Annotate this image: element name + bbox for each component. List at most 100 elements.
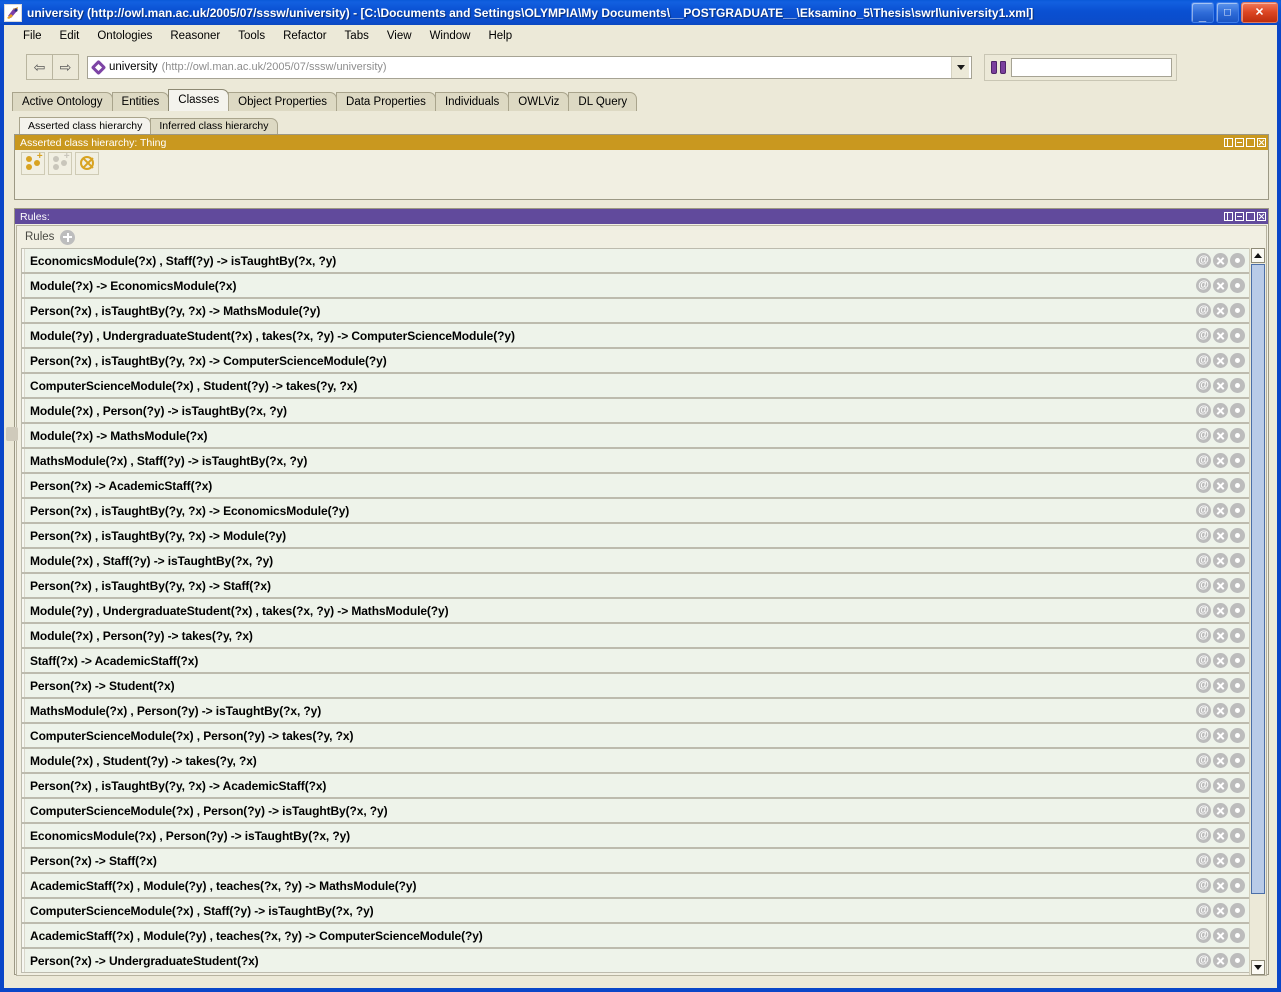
rule-annotation-button[interactable]: @	[1196, 703, 1211, 718]
rule-toggle-button[interactable]	[1230, 853, 1245, 868]
rule-annotation-button[interactable]: @	[1196, 828, 1211, 843]
rule-row[interactable]: Module(?x) , Person(?y) -> isTaughtBy(?x…	[21, 398, 1249, 423]
rule-annotation-button[interactable]: @	[1196, 678, 1211, 693]
rule-delete-button[interactable]	[1213, 378, 1228, 393]
menu-item-tools[interactable]: Tools	[229, 28, 274, 44]
rule-toggle-button[interactable]	[1230, 903, 1245, 918]
rule-row[interactable]: MathsModule(?x) , Person(?y) -> isTaught…	[21, 698, 1249, 723]
rule-delete-button[interactable]	[1213, 603, 1228, 618]
tab-entities[interactable]: Entities	[111, 92, 170, 111]
rule-row[interactable]: Person(?x) -> UndergraduateStudent(?x) @	[21, 948, 1249, 973]
rule-toggle-button[interactable]	[1230, 628, 1245, 643]
rule-delete-button[interactable]	[1213, 403, 1228, 418]
menu-item-tabs[interactable]: Tabs	[336, 28, 378, 44]
tab-classes[interactable]: Classes	[168, 89, 230, 111]
rule-toggle-button[interactable]	[1230, 653, 1245, 668]
add-rule-button[interactable]	[60, 229, 76, 245]
minimize-button[interactable]: _	[1191, 2, 1214, 23]
rule-toggle-button[interactable]	[1230, 403, 1245, 418]
rule-toggle-button[interactable]	[1230, 428, 1245, 443]
rule-annotation-button[interactable]: @	[1196, 378, 1211, 393]
rule-toggle-button[interactable]	[1230, 278, 1245, 293]
rule-delete-button[interactable]	[1213, 303, 1228, 318]
rule-row[interactable]: Person(?x) -> AcademicStaff(?x) @	[21, 473, 1249, 498]
rule-annotation-button[interactable]: @	[1196, 928, 1211, 943]
rule-toggle-button[interactable]	[1230, 453, 1245, 468]
rule-delete-button[interactable]	[1213, 728, 1228, 743]
rule-row[interactable]: Person(?x) -> Staff(?x) @	[21, 848, 1249, 873]
tab-data-properties[interactable]: Data Properties	[336, 92, 436, 111]
rule-delete-button[interactable]	[1213, 478, 1228, 493]
rules-scrollbar[interactable]	[1249, 248, 1266, 975]
rule-annotation-button[interactable]: @	[1196, 603, 1211, 618]
menu-item-view[interactable]: View	[378, 28, 421, 44]
rule-toggle-button[interactable]	[1230, 503, 1245, 518]
panel-resize-grip[interactable]	[6, 427, 18, 441]
tab-active-ontology[interactable]: Active Ontology	[12, 92, 113, 111]
rule-row[interactable]: EconomicsModule(?x) , Staff(?y) -> isTau…	[21, 248, 1249, 273]
rule-row[interactable]: AcademicStaff(?x) , Module(?y) , teaches…	[21, 923, 1249, 948]
close-panel-icon[interactable]	[1257, 212, 1266, 221]
rule-delete-button[interactable]	[1213, 828, 1228, 843]
rule-row[interactable]: ComputerScienceModule(?x) , Person(?y) -…	[21, 723, 1249, 748]
rule-toggle-button[interactable]	[1230, 528, 1245, 543]
rule-row[interactable]: Person(?x) , isTaughtBy(?y, ?x) -> Modul…	[21, 523, 1249, 548]
rule-annotation-button[interactable]: @	[1196, 353, 1211, 368]
rule-annotation-button[interactable]: @	[1196, 878, 1211, 893]
rule-annotation-button[interactable]: @	[1196, 628, 1211, 643]
rule-annotation-button[interactable]: @	[1196, 428, 1211, 443]
rule-annotation-button[interactable]: @	[1196, 578, 1211, 593]
rule-delete-button[interactable]	[1213, 653, 1228, 668]
rule-row[interactable]: Module(?x) , Student(?y) -> takes(?y, ?x…	[21, 748, 1249, 773]
rule-delete-button[interactable]	[1213, 803, 1228, 818]
rule-toggle-button[interactable]	[1230, 578, 1245, 593]
tab-object-properties[interactable]: Object Properties	[228, 92, 338, 111]
rule-delete-button[interactable]	[1213, 578, 1228, 593]
rule-row[interactable]: EconomicsModule(?x) , Person(?y) -> isTa…	[21, 823, 1249, 848]
rule-annotation-button[interactable]: @	[1196, 503, 1211, 518]
menu-item-window[interactable]: Window	[421, 28, 480, 44]
tab-owlviz[interactable]: OWLViz	[508, 92, 570, 111]
rule-delete-button[interactable]	[1213, 953, 1228, 968]
add-subclass-button[interactable]: +	[21, 151, 45, 175]
rule-toggle-button[interactable]	[1230, 803, 1245, 818]
minimize-panel-icon[interactable]	[1235, 212, 1244, 221]
rule-toggle-button[interactable]	[1230, 303, 1245, 318]
maximize-panel-icon[interactable]	[1246, 138, 1255, 147]
search-input[interactable]	[1011, 57, 1172, 77]
rule-row[interactable]: Person(?x) , isTaughtBy(?y, ?x) -> Compu…	[21, 348, 1249, 373]
rule-annotation-button[interactable]: @	[1196, 953, 1211, 968]
rule-delete-button[interactable]	[1213, 503, 1228, 518]
split-panel-icon[interactable]	[1224, 212, 1233, 221]
rule-toggle-button[interactable]	[1230, 253, 1245, 268]
menu-item-edit[interactable]: Edit	[51, 28, 89, 44]
maximize-button[interactable]: □	[1216, 2, 1239, 23]
rule-annotation-button[interactable]: @	[1196, 403, 1211, 418]
rule-delete-button[interactable]	[1213, 703, 1228, 718]
rule-delete-button[interactable]	[1213, 253, 1228, 268]
rule-annotation-button[interactable]: @	[1196, 253, 1211, 268]
add-sibling-class-button[interactable]: +	[48, 151, 72, 175]
rule-toggle-button[interactable]	[1230, 778, 1245, 793]
rule-delete-button[interactable]	[1213, 778, 1228, 793]
rule-annotation-button[interactable]: @	[1196, 728, 1211, 743]
menu-item-file[interactable]: File	[14, 28, 51, 44]
rule-row[interactable]: Person(?x) -> Student(?x) @	[21, 673, 1249, 698]
rule-annotation-button[interactable]: @	[1196, 528, 1211, 543]
rule-annotation-button[interactable]: @	[1196, 553, 1211, 568]
menu-item-help[interactable]: Help	[479, 28, 521, 44]
rule-delete-button[interactable]	[1213, 903, 1228, 918]
rule-annotation-button[interactable]: @	[1196, 278, 1211, 293]
minimize-panel-icon[interactable]	[1235, 138, 1244, 147]
forward-button[interactable]: ⇨	[53, 54, 79, 80]
rule-delete-button[interactable]	[1213, 928, 1228, 943]
rule-annotation-button[interactable]: @	[1196, 653, 1211, 668]
rule-row[interactable]: Person(?x) , isTaughtBy(?y, ?x) -> Maths…	[21, 298, 1249, 323]
rule-annotation-button[interactable]: @	[1196, 453, 1211, 468]
rule-row[interactable]: MathsModule(?x) , Staff(?y) -> isTaughtB…	[21, 448, 1249, 473]
menu-item-reasoner[interactable]: Reasoner	[161, 28, 229, 44]
maximize-panel-icon[interactable]	[1246, 212, 1255, 221]
rule-delete-button[interactable]	[1213, 553, 1228, 568]
rule-delete-button[interactable]	[1213, 878, 1228, 893]
rule-toggle-button[interactable]	[1230, 928, 1245, 943]
